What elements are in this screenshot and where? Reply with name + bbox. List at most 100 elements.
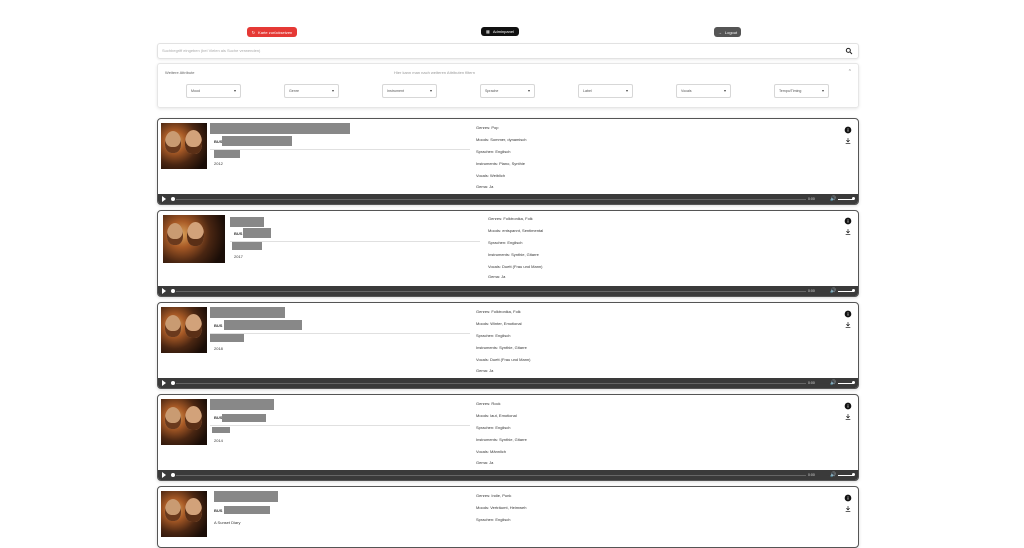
audio-player[interactable]: 0:00 🔊	[158, 470, 858, 480]
cover-image	[161, 307, 207, 353]
redacted-artist	[224, 320, 302, 330]
vocals: Vocals: Duett (Frau und Mann)	[476, 357, 531, 362]
seek-handle[interactable]	[171, 473, 175, 477]
play-icon[interactable]	[162, 288, 166, 294]
logout-button[interactable]: → Logout	[714, 27, 741, 37]
volume-handle[interactable]	[852, 473, 855, 476]
divider	[210, 425, 470, 426]
download-icon[interactable]	[844, 228, 852, 236]
label-select[interactable]: Label ▾	[578, 84, 633, 98]
year: 2018	[214, 346, 223, 351]
audio-player[interactable]: 0:00 🔊	[158, 194, 858, 204]
year: 2012	[214, 161, 223, 166]
redacted-title	[210, 307, 285, 318]
redacted-label	[212, 427, 230, 433]
volume-icon[interactable]: 🔊	[830, 196, 836, 202]
moods: Moods: laut, Emotional	[476, 413, 517, 418]
volume-handle[interactable]	[852, 381, 855, 384]
play-icon[interactable]	[162, 472, 166, 478]
seek-handle[interactable]	[171, 197, 175, 201]
redacted-label	[232, 242, 262, 250]
info-icon[interactable]	[844, 217, 852, 225]
badge: BUS	[234, 231, 243, 236]
volume-handle[interactable]	[852, 289, 855, 292]
info-icon[interactable]	[844, 402, 852, 410]
moods: Moods: Sommer, dynamisch	[476, 137, 527, 142]
volume-icon[interactable]: 🔊	[830, 288, 836, 294]
gema: Gema: Ja	[476, 184, 494, 189]
seek-handle[interactable]	[171, 289, 175, 293]
instruments: Instruments: Synthie, Gitarre	[488, 252, 539, 257]
admin-panel-label: Adminpanel	[492, 29, 514, 34]
volume-icon[interactable]: 🔊	[830, 472, 836, 478]
song-card: BUS A Sunset Diary Genres: Indie, Punk M…	[157, 486, 859, 548]
vocals: Vocals: Weiblich	[476, 173, 506, 178]
volume-icon[interactable]: 🔊	[830, 380, 836, 386]
redacted-artist	[222, 414, 266, 422]
play-icon[interactable]	[162, 196, 166, 202]
language-select[interactable]: Sprache ▾	[480, 84, 535, 98]
collapse-icon[interactable]: ⌃	[848, 69, 852, 75]
search-bar[interactable]: Suchbegriff eingeben (bei Vielen als Suc…	[157, 43, 859, 59]
download-icon[interactable]	[844, 413, 852, 421]
admin-panel-button[interactable]: ▦ Adminpanel	[481, 27, 519, 36]
logout-icon: →	[717, 29, 722, 35]
year: 2014	[214, 438, 223, 443]
redacted-artist	[243, 228, 271, 238]
moods: Moods: entspannt, Sentimental	[488, 228, 544, 233]
languages: Sprachen: Englisch	[476, 149, 511, 154]
logout-label: Logout	[724, 29, 738, 35]
genres: Genres: Pop	[476, 125, 499, 130]
redacted-title	[214, 491, 278, 502]
download-icon[interactable]	[844, 505, 852, 513]
vocals: Vocals: Männlich	[476, 449, 507, 454]
redacted-title	[210, 123, 350, 134]
audio-player[interactable]: 0:00 🔊	[158, 286, 858, 296]
seek-bar[interactable]	[176, 290, 806, 292]
vocals-select[interactable]: Vocals ▾	[676, 84, 731, 98]
download-icon[interactable]	[844, 321, 852, 329]
song-card: BUS 2012 Genres: Pop Moods: Sommer, dyna…	[157, 118, 859, 205]
info-icon[interactable]	[844, 126, 852, 134]
seek-handle[interactable]	[171, 381, 175, 385]
reset-button[interactable]: ↻ Karte zurücksetzen	[247, 27, 297, 37]
languages: Sprachen: Englisch	[476, 517, 511, 522]
seek-bar[interactable]	[176, 198, 806, 200]
cover-image	[161, 491, 207, 537]
filter-panel-hint: Hier kann man nach weiteren Attributen f…	[394, 70, 475, 75]
redacted-label	[214, 150, 240, 158]
genres: Genres: Folktronika, Folk	[488, 216, 533, 221]
info-icon[interactable]	[844, 494, 852, 502]
info-icon[interactable]	[844, 310, 852, 318]
audio-player[interactable]: 0:00 🔊	[158, 378, 858, 388]
genre-select[interactable]: Genre ▾	[284, 84, 339, 98]
search-icon[interactable]	[845, 47, 853, 55]
volume-handle[interactable]	[852, 197, 855, 200]
genres: Genres: Rock	[476, 401, 501, 406]
redacted-artist	[224, 506, 270, 514]
seek-bar[interactable]	[176, 382, 806, 384]
subtitle: A Sunset Diary	[214, 520, 241, 525]
divider	[230, 241, 480, 242]
chevron-down-icon: ▾	[821, 88, 824, 93]
filter-panel: Weitere Attribute Hier kann man nach wei…	[157, 63, 859, 108]
download-icon[interactable]	[844, 137, 852, 145]
redacted-title	[210, 399, 274, 410]
divider	[210, 149, 470, 150]
languages: Sprachen: Englisch	[476, 333, 511, 338]
tempo-select[interactable]: Tempo/Timing ▾	[774, 84, 829, 98]
badge: BUS	[214, 323, 223, 328]
time-display: 0:00	[808, 288, 815, 293]
song-card: BUS 2014 Genres: Rock Moods: laut, Emoti…	[157, 394, 859, 481]
time-display: 0:00	[808, 196, 815, 201]
languages: Sprachen: Englisch	[488, 240, 523, 245]
search-input[interactable]: Suchbegriff eingeben (bei Vielen als Suc…	[162, 48, 260, 53]
redacted-title	[230, 217, 264, 227]
mood-select[interactable]: Mood ▾	[186, 84, 241, 98]
seek-bar[interactable]	[176, 474, 806, 476]
dashboard-icon: ▦	[486, 29, 490, 34]
instrument-select[interactable]: Instrument ▾	[382, 84, 437, 98]
chevron-down-icon: ▾	[723, 88, 726, 93]
play-icon[interactable]	[162, 380, 166, 386]
languages: Sprachen: Englisch	[476, 425, 511, 430]
